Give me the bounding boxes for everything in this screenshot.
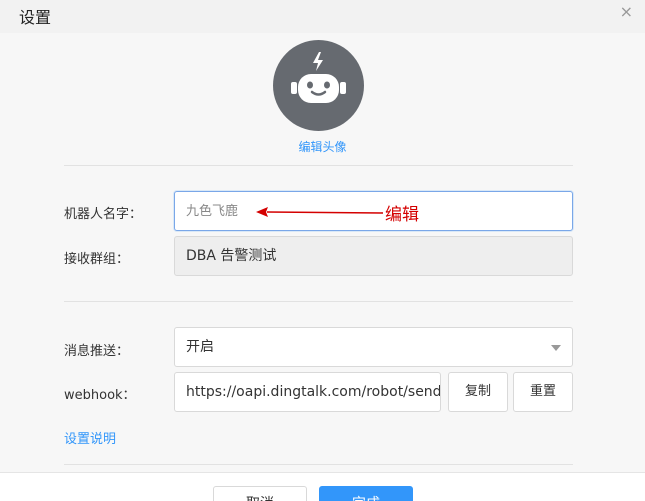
push-label: 消息推送： bbox=[64, 344, 130, 359]
dialog-title: 设置 bbox=[19, 8, 52, 27]
annotation-arrow bbox=[256, 207, 384, 217]
group-value: DBA 告警测试 bbox=[186, 248, 277, 264]
webhook-label: webhook： bbox=[64, 388, 136, 403]
push-select[interactable]: 开启 bbox=[174, 327, 573, 367]
caret-down-icon bbox=[551, 345, 561, 351]
divider bbox=[64, 301, 573, 302]
annotation-text: 编辑 bbox=[385, 205, 419, 225]
divider bbox=[64, 464, 573, 465]
group-label: 接收群组： bbox=[64, 252, 130, 267]
robot-icon bbox=[291, 52, 346, 103]
divider bbox=[64, 165, 573, 166]
done-button[interactable]: 完成 bbox=[319, 486, 413, 501]
webhook-input[interactable]: https://oapi.dingtalk.com/robot/send bbox=[174, 372, 441, 412]
push-value: 开启 bbox=[186, 339, 214, 355]
dialog-footer: 取消 完成 bbox=[0, 472, 645, 501]
copy-button[interactable]: 复制 bbox=[448, 372, 508, 412]
group-field: DBA 告警测试 bbox=[174, 236, 573, 276]
robot-name-label: 机器人名字： bbox=[64, 207, 143, 222]
webhook-value: https://oapi.dingtalk.com/robot/send bbox=[186, 384, 441, 400]
dialog-header: 设置 × bbox=[0, 0, 645, 33]
close-icon[interactable]: × bbox=[620, 2, 633, 22]
reset-button[interactable]: 重置 bbox=[513, 372, 573, 412]
robot-name-value: 九色飞鹿 bbox=[186, 204, 239, 219]
edit-avatar-link[interactable]: 编辑头像 bbox=[0, 138, 645, 155]
cancel-button[interactable]: 取消 bbox=[213, 486, 307, 501]
settings-help-link[interactable]: 设置说明 bbox=[64, 428, 116, 447]
robot-avatar[interactable] bbox=[273, 40, 364, 131]
